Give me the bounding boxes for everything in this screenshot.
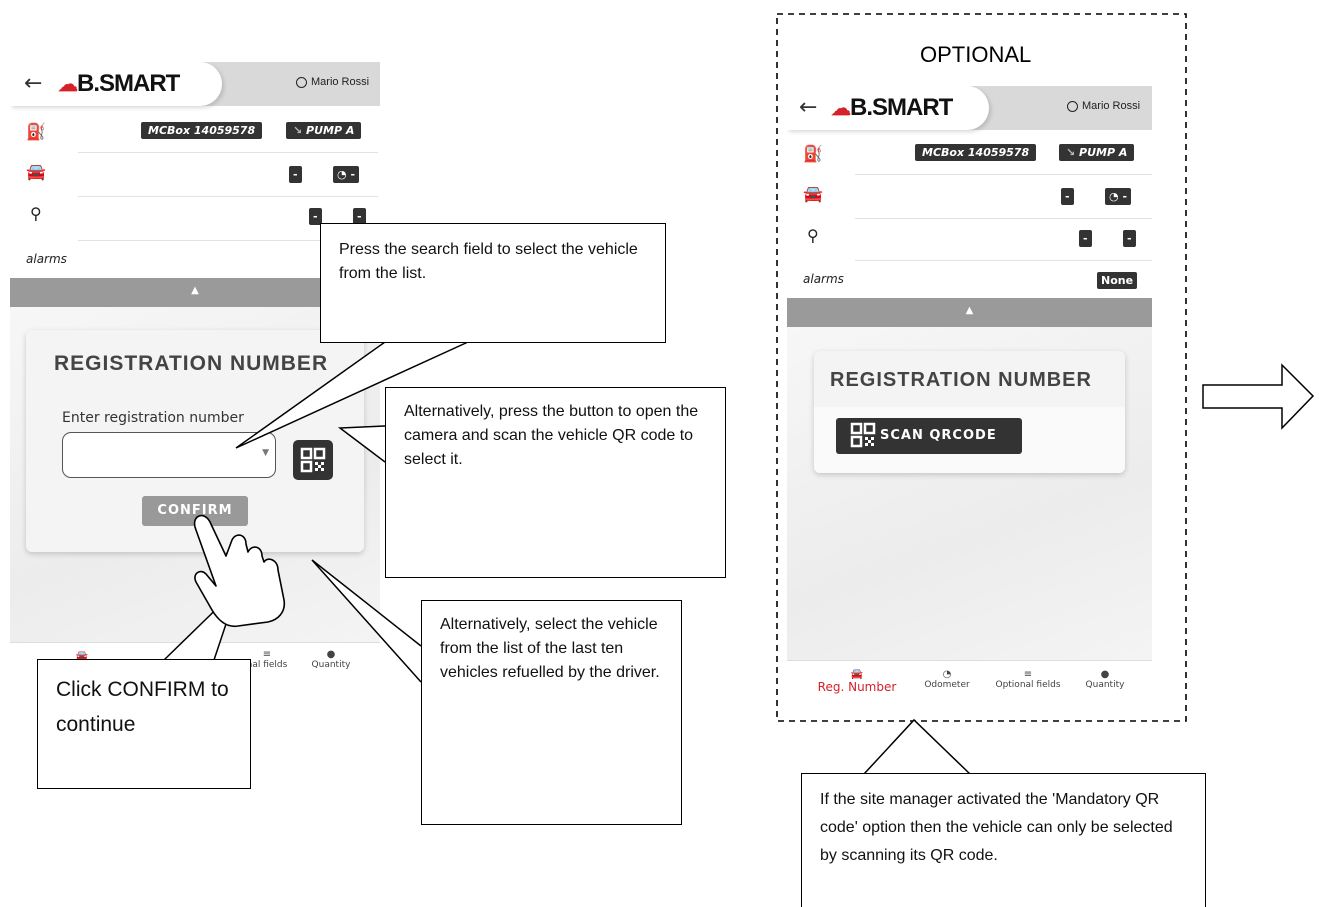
callout-confirm: Click CONFIRM to continue [37, 659, 251, 789]
qr-callout-pointer [337, 425, 386, 463]
optional-dashed-frame [776, 13, 1187, 722]
callout-search: Press the search field to select the veh… [320, 223, 666, 343]
list-callout-pointer [311, 559, 422, 683]
callout-qr: Alternatively, press the button to open … [385, 387, 726, 578]
callout-mandatory: If the site manager activated the 'Manda… [801, 773, 1206, 907]
next-step-arrow-icon [1202, 363, 1315, 430]
hand-pointer-icon [193, 514, 286, 628]
mandatory-callout-pointer [863, 718, 971, 775]
callout-list: Alternatively, select the vehicle from t… [421, 600, 682, 825]
